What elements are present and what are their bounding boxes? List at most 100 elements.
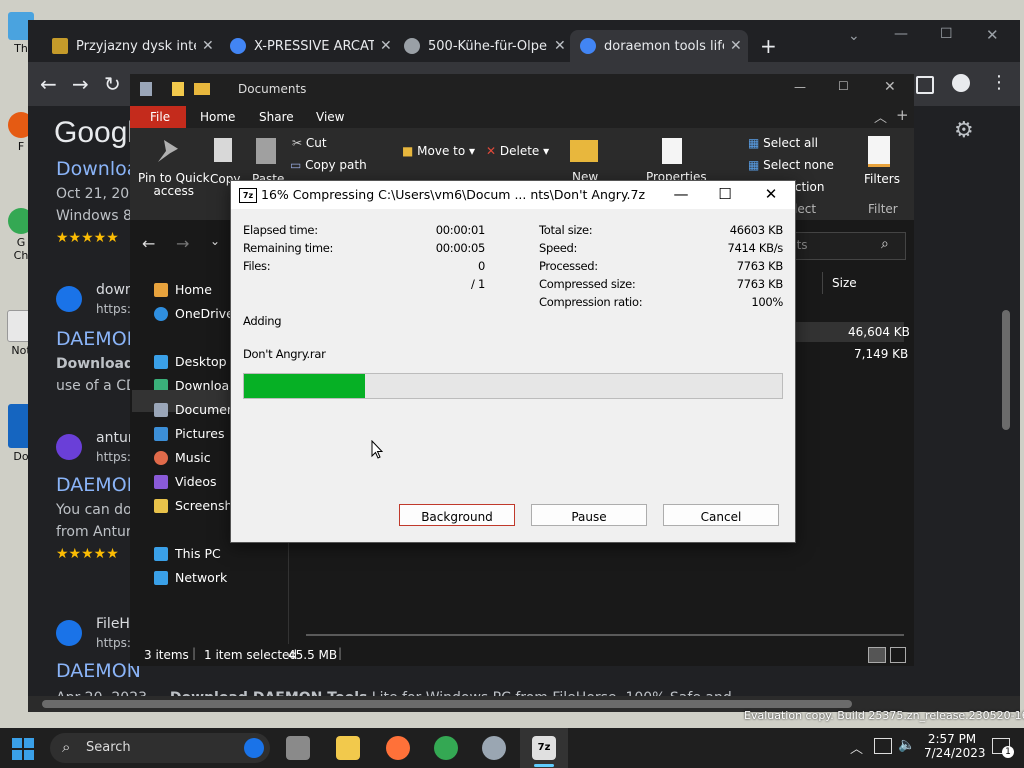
volume-icon[interactable]: 🔈 bbox=[898, 737, 915, 753]
background-button[interactable]: Background bbox=[399, 504, 515, 526]
maximize-icon[interactable]: ☐ bbox=[838, 79, 849, 93]
tab-home[interactable]: Home bbox=[200, 110, 235, 124]
speed-value: 7414 KB/s bbox=[727, 241, 783, 255]
settings-icon[interactable] bbox=[482, 736, 506, 760]
delete-button[interactable]: ✕ Delete ▾ bbox=[486, 144, 549, 158]
close-tab-icon[interactable]: ✕ bbox=[554, 38, 566, 54]
nav-network[interactable]: Network bbox=[154, 570, 227, 585]
start-button[interactable] bbox=[12, 738, 34, 760]
pause-button[interactable]: Pause bbox=[531, 504, 647, 526]
close-window-icon[interactable]: ✕ bbox=[986, 26, 999, 44]
move-to-button[interactable]: ■ Move to ▾ bbox=[402, 144, 475, 158]
column-header-size[interactable]: Size bbox=[832, 276, 857, 290]
recent-locations-icon[interactable]: ⌄ bbox=[210, 234, 220, 248]
close-tab-icon[interactable]: ✕ bbox=[202, 38, 214, 54]
google-icon bbox=[580, 38, 596, 54]
collapse-ribbon-icon[interactable]: ︿ bbox=[874, 107, 887, 126]
7zip-taskbar-icon[interactable]: 7z bbox=[532, 736, 556, 760]
site-favicon-icon bbox=[56, 286, 82, 312]
result-title[interactable]: DAEMON bbox=[56, 474, 141, 496]
tab-kuehe[interactable]: 500-Kühe-für-Ölper/ ✕ bbox=[394, 30, 574, 62]
file-size: 7,149 KB bbox=[854, 347, 909, 361]
maximize-icon[interactable]: ☐ bbox=[715, 185, 735, 203]
close-dialog-icon[interactable]: ✕ bbox=[761, 185, 781, 203]
profile-icon[interactable] bbox=[952, 74, 970, 92]
files-total-value: / 1 bbox=[471, 277, 485, 291]
nav-videos[interactable]: Videos bbox=[154, 474, 217, 489]
select-none-button[interactable]: ▦ Select none bbox=[748, 158, 834, 172]
cancel-button[interactable]: Cancel bbox=[663, 504, 779, 526]
file-explorer-icon[interactable] bbox=[336, 736, 360, 760]
sidebar-icon[interactable] bbox=[916, 76, 934, 94]
forward-icon[interactable]: → bbox=[176, 234, 189, 253]
pin-quick-access-button[interactable]: Pin to Quick access bbox=[138, 172, 210, 198]
clock[interactable]: 2:57 PM 7/24/2023 bbox=[924, 732, 986, 760]
progress-bar bbox=[243, 373, 783, 399]
result-title[interactable]: Downloa bbox=[56, 158, 138, 180]
close-tab-icon[interactable]: ✕ bbox=[730, 38, 742, 54]
nav-this-pc[interactable]: This PC bbox=[154, 546, 221, 561]
forward-icon[interactable]: → bbox=[72, 72, 89, 96]
nav-documents[interactable]: Documen bbox=[154, 402, 235, 417]
maximize-icon[interactable]: ☐ bbox=[940, 26, 953, 42]
vertical-scrollbar-thumb[interactable] bbox=[1002, 310, 1010, 430]
horizontal-scrollbar[interactable] bbox=[306, 634, 904, 636]
firefox-icon[interactable] bbox=[386, 736, 410, 760]
minimize-icon[interactable]: — bbox=[894, 26, 908, 42]
computer-icon bbox=[154, 546, 168, 561]
google-icon bbox=[230, 38, 246, 54]
close-tab-icon[interactable]: ✕ bbox=[380, 38, 392, 54]
minimize-icon[interactable]: — bbox=[794, 80, 806, 94]
show-hidden-icons-icon[interactable]: ︿ bbox=[850, 738, 863, 757]
select-all-button[interactable]: ▦ Select all bbox=[748, 136, 818, 150]
copy-path-icon: ▭ bbox=[290, 158, 306, 172]
scrollbar-thumb[interactable] bbox=[42, 700, 852, 708]
result-title[interactable]: DAEMON bbox=[56, 328, 141, 350]
documents-icon bbox=[140, 82, 152, 96]
tab-search-icon[interactable]: ⌄ bbox=[848, 28, 860, 44]
nav-onedrive[interactable]: OneDrive bbox=[154, 306, 234, 321]
details-view-icon[interactable] bbox=[868, 647, 886, 663]
cut-button[interactable]: ✂ Cut bbox=[292, 136, 327, 150]
processed-label: Processed: bbox=[539, 259, 598, 273]
tab-file[interactable]: File bbox=[150, 110, 170, 124]
copy-path-button[interactable]: ▭ Copy path bbox=[290, 158, 367, 172]
tab-xpressive[interactable]: X-PRESSIVE ARCATRI ✕ bbox=[220, 30, 400, 62]
dialog-titlebar: 7z 16% Compressing C:\Users\vm6\Docum ..… bbox=[231, 181, 795, 209]
nav-screenshots[interactable]: Screensho bbox=[154, 498, 240, 513]
minimize-icon[interactable]: — bbox=[671, 185, 691, 203]
properties-qat-icon[interactable] bbox=[172, 82, 184, 96]
result-title[interactable]: DAEMON bbox=[56, 660, 141, 682]
help-icon[interactable]: + bbox=[896, 106, 909, 124]
taskbar: ⌕ Search 7z ︿ 🔈 2:57 PM 7/24/2023 1 bbox=[0, 728, 1024, 768]
task-view-icon[interactable] bbox=[286, 736, 310, 760]
folder-qat-icon[interactable] bbox=[194, 83, 210, 95]
reload-icon[interactable]: ↻ bbox=[104, 72, 121, 96]
tab-share[interactable]: Share bbox=[259, 110, 294, 124]
nav-home[interactable]: Home bbox=[154, 282, 212, 297]
new-tab-button[interactable]: + bbox=[760, 34, 777, 58]
compress-progress-dialog: 7z 16% Compressing C:\Users\vm6\Docum ..… bbox=[230, 180, 796, 543]
close-window-icon[interactable]: ✕ bbox=[884, 79, 896, 95]
file-size: 46,604 KB bbox=[848, 325, 910, 339]
compressed-size-label: Compressed size: bbox=[539, 277, 636, 291]
bing-icon[interactable] bbox=[244, 738, 264, 758]
back-icon[interactable]: ← bbox=[142, 234, 155, 253]
search-icon[interactable]: ⌕ bbox=[881, 236, 889, 252]
chrome-icon[interactable] bbox=[434, 736, 458, 760]
filters-button[interactable]: Filters bbox=[864, 172, 900, 186]
large-icons-view-icon[interactable] bbox=[890, 647, 906, 663]
site-favicon-icon bbox=[56, 434, 82, 460]
settings-gear-icon[interactable]: ⚙ bbox=[954, 118, 974, 143]
tab-doraemon[interactable]: doraemon tools life ✕ bbox=[570, 30, 748, 62]
network-tray-icon[interactable] bbox=[874, 738, 892, 754]
compression-ratio-value: 100% bbox=[751, 295, 783, 309]
tab-view[interactable]: View bbox=[316, 110, 344, 124]
nav-pictures[interactable]: Pictures bbox=[154, 426, 225, 441]
nav-desktop[interactable]: Desktop bbox=[154, 354, 227, 369]
menu-dots-icon[interactable]: ⋮ bbox=[990, 72, 1008, 93]
nav-music[interactable]: Music bbox=[154, 450, 211, 465]
tab-przyjazny[interactable]: Przyjazny dysk intern ✕ bbox=[42, 30, 222, 62]
taskbar-search-box[interactable]: ⌕ Search bbox=[50, 733, 270, 763]
back-icon[interactable]: ← bbox=[40, 72, 57, 96]
